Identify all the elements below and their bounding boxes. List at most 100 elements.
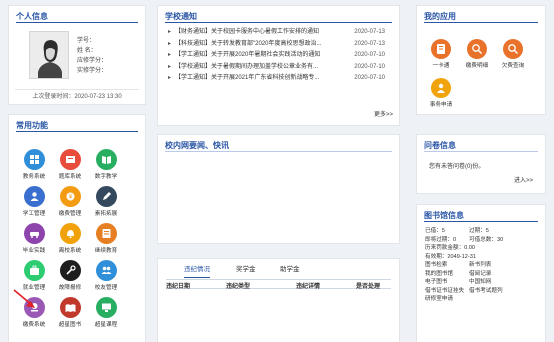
- app-card[interactable]: 一卡通: [425, 39, 457, 69]
- notice-date: 2020-07-10: [354, 52, 385, 58]
- query-icon: [503, 39, 523, 59]
- library-item[interactable]: 借书考试题列: [469, 287, 503, 296]
- pencil-icon: [95, 186, 117, 207]
- notice-title[interactable]: 【科技通知】关于转发教育部"2020年度高校思想政治...: [175, 41, 321, 47]
- function-label: 缴费管理: [58, 211, 82, 217]
- app-arrears-query[interactable]: 欠费查询: [497, 39, 529, 69]
- library-item: 历来罚款金额：0.00: [425, 245, 476, 251]
- function-11-button[interactable]: 故障报修: [55, 260, 85, 293]
- tab-grant[interactable]: 助学金: [280, 263, 300, 277]
- col-handled: 是否处理: [356, 284, 381, 290]
- arrow-right-icon: ▸: [168, 29, 172, 35]
- book-icon: [95, 149, 117, 170]
- library-item: 已借：5: [425, 228, 445, 234]
- library-row: 研修室申请: [425, 295, 476, 304]
- school-notices-panel: 学校通知 ▸ 【财务通知】关于校园卡服务中心暑假工作安排的通知 2020-07-13…: [157, 5, 400, 126]
- library-row: 有效期：2049-12-31: [425, 253, 476, 262]
- function-label: 继续教育: [94, 248, 118, 254]
- notice-date: 2020-07-13: [354, 29, 385, 35]
- profile-title: 个人信息: [16, 12, 48, 21]
- survey-enter-link[interactable]: 进入>>: [514, 175, 533, 184]
- card-icon: [431, 39, 451, 59]
- records-table-header: 违纪日期 违纪类型 违纪详情 是否处理: [166, 279, 391, 290]
- notice-title[interactable]: 【学工通知】关于开展2020年暑期社会实践活动的通知: [175, 52, 320, 58]
- notices-title: 学校通知: [165, 12, 197, 21]
- notice-date: 2020-07-13: [354, 40, 385, 47]
- notice-title[interactable]: 【学工通知】关于开展2021年广东省科技创新战略专...: [175, 75, 319, 81]
- function-label: 缴费系统: [22, 322, 46, 328]
- function-9-button[interactable]: 继续教育: [91, 223, 121, 256]
- function-8-button[interactable]: 离校系统: [55, 223, 85, 256]
- library-item[interactable]: 我的图书馆: [425, 271, 453, 277]
- title-divider: [16, 22, 138, 23]
- notice-title[interactable]: 【财务通知】关于校园卡服务中心暑假工作安排的通知: [175, 29, 319, 35]
- library-row: 即将过期：0 可借总数：30: [425, 236, 503, 245]
- function-label: 题库系统: [58, 174, 82, 180]
- function-14-button[interactable]: 超星图书: [55, 297, 85, 330]
- function-15-button[interactable]: 超星课程: [91, 297, 121, 330]
- notice-item[interactable]: ▸ 【学校通知】关于暑假期间办理加盖学校公章业务有... 2020-07-10: [168, 62, 391, 74]
- function-5-button[interactable]: ¥ 缴费管理: [55, 186, 85, 219]
- title-divider: [424, 221, 538, 222]
- bag-icon: [23, 260, 45, 281]
- tab-scholarship[interactable]: 奖学金: [236, 263, 256, 277]
- wrench-icon: [59, 260, 81, 281]
- function-label: 教务系统: [22, 174, 46, 180]
- function-12-button[interactable]: 校友管理: [91, 260, 121, 293]
- library-item[interactable]: 电子图书: [425, 279, 447, 285]
- tab-discipline[interactable]: 违纪情况: [184, 263, 210, 278]
- grid-icon: [23, 149, 45, 170]
- notice-item[interactable]: ▸ 【财务通知】关于校园卡服务中心暑假工作安排的通知 2020-07-13: [168, 27, 391, 39]
- library-item[interactable]: 借阅记录: [469, 270, 491, 279]
- survey-panel: 问卷信息 您有未答问卷(0)份。 进入>>: [416, 134, 546, 194]
- library-title: 图书馆信息: [424, 211, 464, 220]
- app-affairs-apply[interactable]: 事务申请: [425, 78, 457, 108]
- notice-title[interactable]: 【学校通知】关于暑假期间办理加盖学校公章业务有...: [175, 64, 318, 70]
- library-row: 我的图书馆 借阅记录: [425, 270, 491, 279]
- records-panel: 违纪情况 奖学金 助学金 违纪日期 违纪类型 违纪详情 是否处理: [157, 258, 400, 342]
- function-label: 学工管理: [22, 211, 46, 217]
- library-item: 即将过期：0: [425, 236, 457, 243]
- earned-credits-label: 实修学分：: [77, 68, 108, 74]
- function-3-button[interactable]: 数字教学: [91, 149, 121, 182]
- notices-more-link[interactable]: 更多>>: [374, 109, 393, 118]
- function-4-button[interactable]: 学工管理: [19, 186, 49, 219]
- library-item: 过期：5: [469, 228, 489, 234]
- survey-title: 问卷信息: [424, 141, 456, 150]
- function-2-button[interactable]: 题库系统: [55, 149, 85, 182]
- common-functions-title: 常用功能: [16, 121, 48, 130]
- apps-title: 我的应用: [424, 12, 456, 21]
- function-label: 超星图书: [58, 322, 82, 328]
- function-label: 素拓拓展: [94, 211, 118, 217]
- library-item[interactable]: 借书证书证挂失: [425, 288, 464, 294]
- notice-item[interactable]: ▸ 【学工通知】关于开展2021年广东省科技创新战略专... 2020-07-10: [168, 73, 391, 85]
- cert-icon: [95, 223, 117, 244]
- avatar-icon: [30, 32, 68, 78]
- library-row: 电子图书 中国知网: [425, 278, 491, 287]
- library-item[interactable]: 中国知网: [469, 278, 491, 287]
- col-date: 违纪日期: [166, 284, 191, 290]
- function-1-button[interactable]: 教务系统: [19, 149, 49, 182]
- notice-item[interactable]: ▸ 【学工通知】关于开展2020年暑期社会实践活动的通知 2020-07-10: [168, 50, 391, 62]
- arrow-right-icon: ▸: [168, 63, 172, 70]
- campus-news-panel: 校内网要闻、快讯: [157, 134, 400, 244]
- library-item[interactable]: 新书列表: [469, 261, 491, 270]
- function-6-button[interactable]: 素拓拓展: [91, 186, 121, 219]
- bell-icon: [59, 223, 81, 244]
- app-label: 缴费明细: [465, 63, 489, 69]
- app-payment-detail[interactable]: 缴费明细: [461, 39, 493, 69]
- notice-item[interactable]: ▸ 【科技通知】关于转发教育部"2020年度高校思想政治... 2020-07-13: [168, 39, 391, 51]
- function-label: 数字教学: [94, 174, 118, 180]
- library-item[interactable]: 研修室申请: [425, 296, 453, 302]
- car-icon: [23, 223, 45, 244]
- student-id-label: 学号：: [77, 38, 96, 44]
- notice-date: 2020-07-10: [354, 75, 385, 81]
- library-item[interactable]: 图书检索: [425, 262, 447, 268]
- col-detail: 违纪详情: [296, 284, 321, 290]
- title-divider: [165, 151, 392, 152]
- survey-text: 您有未答问卷(0)份。: [429, 164, 485, 170]
- library-row: 已借：5 过期：5: [425, 227, 489, 236]
- function-7-button[interactable]: 毕业实践: [19, 223, 49, 256]
- title-divider: [16, 131, 138, 132]
- library-info-list: 已借：5 过期：5 即将过期：0 可借总数：30 历来罚款金额：0.00 有效期：2049…: [425, 227, 503, 304]
